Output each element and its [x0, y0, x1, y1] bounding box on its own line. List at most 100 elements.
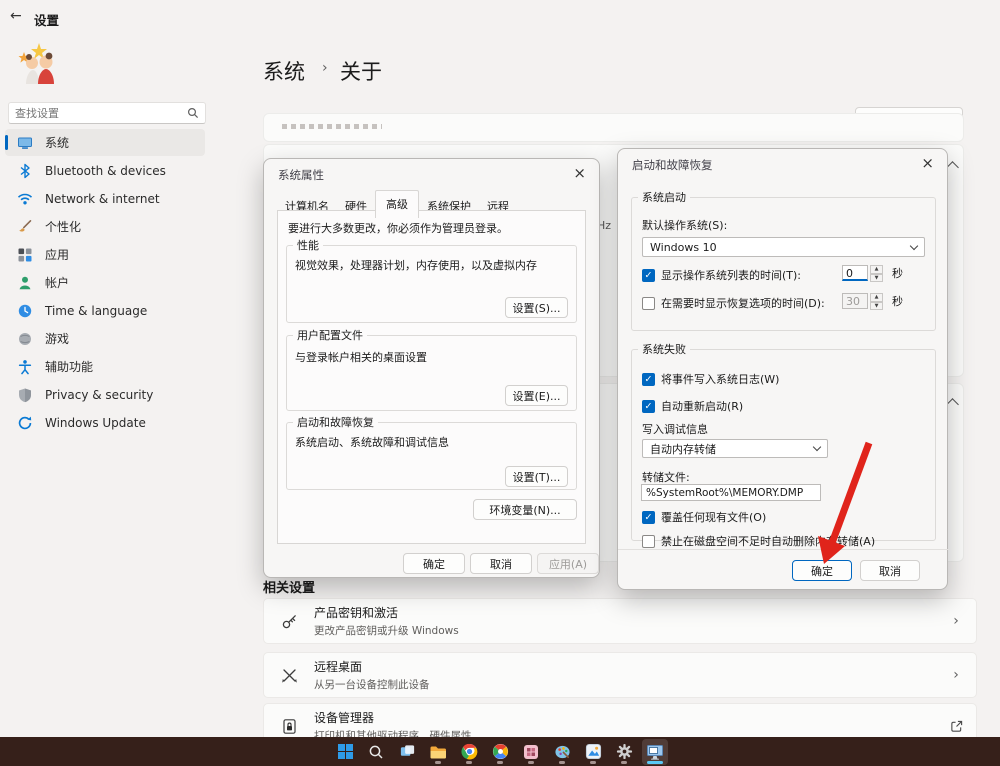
- performance-group: 性能 视觉效果，处理器计划，内存使用，以及虚拟内存 设置(S)...: [286, 237, 577, 323]
- sidebar-item-bluetooth[interactable]: Bluetooth & devices: [5, 157, 205, 184]
- debug-info-label: 写入调试信息: [642, 421, 708, 437]
- gaming-icon: [17, 331, 33, 347]
- chevron-up-icon[interactable]: [948, 400, 957, 409]
- sidebar-item-network[interactable]: Network & internet: [5, 185, 205, 212]
- sidebar-item-label: Time & language: [45, 304, 147, 318]
- seconds-unit: 秒: [892, 265, 903, 282]
- related-row-remote-desktop[interactable]: 远程桌面 从另一台设备控制此设备 ›: [263, 652, 977, 698]
- related-row-product-key[interactable]: 产品密钥和激活 更改产品密钥或升级 Windows ›: [263, 598, 977, 644]
- sidebar-item-personalization[interactable]: 个性化: [5, 213, 205, 240]
- search-icon: [187, 107, 199, 119]
- write-event-checkbox[interactable]: [642, 373, 655, 386]
- system-icon: [17, 135, 33, 151]
- sidebar-item-label: Network & internet: [45, 192, 160, 206]
- system-startup-legend: 系统启动: [638, 189, 690, 205]
- os-list-seconds-spinner[interactable]: 0 ▲▼ 秒: [842, 265, 903, 282]
- device-manager-icon: [264, 718, 314, 735]
- overwrite-label: 覆盖任何现有文件(O): [661, 509, 766, 525]
- chrome-icon: [461, 743, 478, 760]
- bluetooth-icon: [17, 163, 33, 179]
- browser-button[interactable]: [487, 739, 513, 765]
- sidebar-item-windows-update[interactable]: Windows Update: [5, 409, 205, 436]
- performance-settings-button[interactable]: 设置(S)...: [505, 297, 568, 318]
- sidebar-item-accessibility[interactable]: 辅助功能: [5, 353, 205, 380]
- pink-app-button[interactable]: [518, 739, 544, 765]
- sidebar-item-label: 辅助功能: [45, 358, 93, 375]
- sidebar-item-accounts[interactable]: 帐户: [5, 269, 205, 296]
- time-language-icon: [17, 303, 33, 319]
- related-row-title: 产品密钥和激活: [314, 604, 936, 621]
- breadcrumb-separator: ›: [322, 60, 328, 76]
- running-indicator: [647, 761, 663, 764]
- default-os-select[interactable]: Windows 10: [642, 237, 925, 257]
- file-explorer-icon: [429, 743, 447, 761]
- close-icon[interactable]: ×: [573, 166, 586, 181]
- debug-info-select[interactable]: 自动内存转储: [642, 439, 828, 458]
- startup-recovery-group: 启动和故障恢复 系统启动、系统故障和调试信息 设置(T)...: [286, 414, 577, 490]
- ok-button[interactable]: 确定: [792, 560, 852, 581]
- write-event-label: 将事件写入系统日志(W): [661, 371, 779, 387]
- running-indicator: [621, 761, 627, 764]
- show-recovery-checkbox[interactable]: [642, 297, 655, 310]
- startup-recovery-settings-button[interactable]: 设置(T)...: [505, 466, 568, 487]
- breadcrumb-root[interactable]: 系统: [263, 56, 305, 86]
- dump-file-input[interactable]: [641, 484, 821, 501]
- user-profiles-legend: 用户配置文件: [293, 327, 367, 343]
- tab-advanced[interactable]: 高级: [375, 190, 419, 218]
- search-input[interactable]: [9, 107, 187, 120]
- recovery-seconds-spinner: 30 ▲▼ 秒: [842, 293, 903, 310]
- related-row-device-manager[interactable]: 设备管理器 打印机和其他驱动程序、硬件属性: [263, 703, 977, 737]
- default-os-label: 默认操作系统(S):: [642, 217, 727, 233]
- spinner-arrows: ▲▼: [870, 293, 883, 310]
- ok-button[interactable]: 确定: [403, 553, 465, 574]
- chevron-up-icon[interactable]: [948, 163, 957, 172]
- user-avatar[interactable]: [16, 40, 62, 86]
- sidebar-item-apps[interactable]: 应用: [5, 241, 205, 268]
- cancel-button[interactable]: 取消: [470, 553, 532, 574]
- key-icon: [264, 613, 314, 630]
- taskbar-search-button[interactable]: [363, 739, 389, 765]
- apps-icon: [17, 247, 33, 263]
- related-row-title: 远程桌面: [314, 658, 936, 675]
- sidebar-item-label: Windows Update: [45, 416, 146, 430]
- settings-button[interactable]: [611, 739, 637, 765]
- show-recovery-label: 在需要时显示恢复选项的时间(D):: [661, 295, 825, 311]
- user-profiles-settings-button[interactable]: 设置(E)...: [505, 385, 568, 406]
- device-name-card: [263, 113, 964, 142]
- start-button[interactable]: [332, 739, 358, 765]
- system-failure-group: 系统失败 将事件写入系统日志(W) 自动重新启动(R) 写入调试信息 自动内存转…: [631, 341, 936, 541]
- app-title: 设置: [34, 10, 59, 29]
- chrome-button[interactable]: [456, 739, 482, 765]
- auto-restart-checkbox[interactable]: [642, 400, 655, 413]
- dialog-title: 系统属性: [278, 167, 324, 183]
- photos-button[interactable]: [580, 739, 606, 765]
- system-properties-taskbar-button[interactable]: [642, 739, 668, 765]
- file-explorer-button[interactable]: [425, 739, 451, 765]
- running-indicator: [559, 761, 565, 764]
- task-view-button[interactable]: [394, 739, 420, 765]
- close-icon[interactable]: ×: [921, 156, 934, 171]
- overwrite-row: 覆盖任何现有文件(O): [642, 509, 766, 525]
- performance-desc: 视觉效果，处理器计划，内存使用，以及虚拟内存: [295, 257, 537, 273]
- spinner-arrows[interactable]: ▲▼: [870, 265, 883, 282]
- paint-button[interactable]: [549, 739, 575, 765]
- cancel-button[interactable]: 取消: [860, 560, 920, 581]
- sidebar-item-privacy[interactable]: Privacy & security: [5, 381, 205, 408]
- back-arrow-icon[interactable]: ←: [10, 8, 22, 24]
- show-os-list-checkbox[interactable]: [642, 269, 655, 282]
- show-recovery-row: 在需要时显示恢复选项的时间(D):: [642, 295, 825, 311]
- overwrite-checkbox[interactable]: [642, 511, 655, 524]
- related-settings-heading: 相关设置: [263, 577, 315, 596]
- no-delete-checkbox[interactable]: [642, 535, 655, 548]
- apply-button[interactable]: 应用(A): [537, 553, 599, 574]
- redacted-device-name: [282, 124, 382, 129]
- environment-variables-button[interactable]: 环境变量(N)...: [473, 499, 577, 520]
- sidebar-item-time-language[interactable]: Time & language: [5, 297, 205, 324]
- system-properties-dialog: 系统属性 × 计算机名 硬件 高级 系统保护 远程 要进行大多数更改，你必须作为…: [263, 158, 600, 578]
- os-list-seconds-value[interactable]: 0: [842, 265, 868, 281]
- sidebar-item-gaming[interactable]: 游戏: [5, 325, 205, 352]
- search-box[interactable]: [8, 102, 206, 124]
- privacy-icon: [17, 387, 33, 403]
- sidebar-item-system[interactable]: 系统: [5, 129, 205, 156]
- chevron-down-icon: [813, 443, 821, 451]
